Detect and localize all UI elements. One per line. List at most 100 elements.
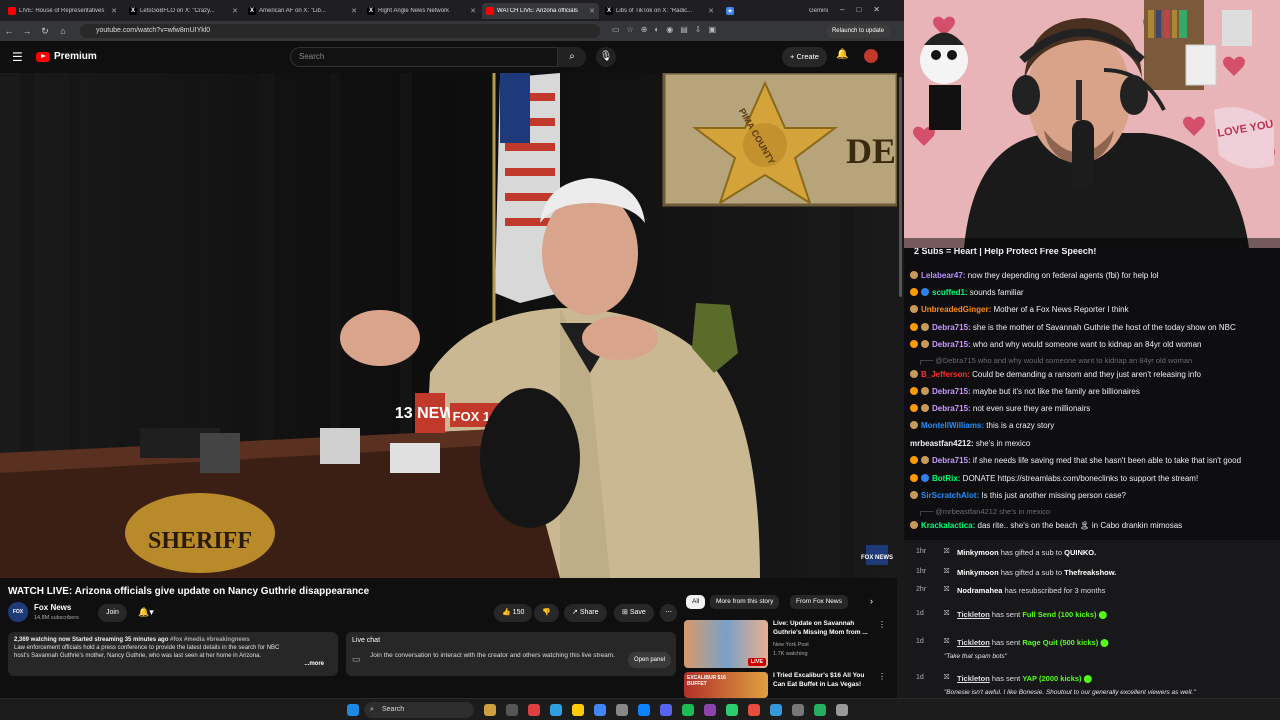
avatar[interactable] (864, 49, 878, 63)
tab-5-active[interactable]: WATCH LIVE: Arizona officials ✕ (482, 3, 599, 19)
create-button[interactable]: + Create (782, 47, 827, 67)
tab-1[interactable]: LIVE: House of Representatives ✕ (4, 3, 121, 19)
chat-username[interactable]: Debra715: (932, 323, 971, 332)
relaunch-button[interactable]: Relaunch to update (825, 24, 890, 38)
youtube-header: ☰ Premium Search ⌕ 🎙 + Create 🔔 (0, 41, 904, 73)
reload-icon[interactable]: ↻ (36, 26, 54, 37)
like-button[interactable]: 👍 150 (494, 604, 533, 622)
chat-username[interactable]: Debra715: (932, 340, 971, 349)
app-icon[interactable] (616, 704, 628, 716)
windows-start-icon[interactable] (347, 704, 359, 716)
event-user[interactable]: Tickleton (957, 674, 990, 683)
tab-4[interactable]: X Right Angle News Network ✕ (363, 3, 480, 19)
search-button[interactable]: ⌕ (558, 47, 586, 67)
event-user[interactable]: Minkymoon (957, 548, 999, 557)
close-icon[interactable]: ✕ (470, 7, 476, 15)
youtube-logo[interactable]: Premium (36, 51, 97, 62)
hashtags[interactable]: #fox #media #breakingnews (170, 637, 250, 643)
obs-icon[interactable] (704, 704, 716, 716)
opera-icon[interactable] (528, 704, 540, 716)
chip-all[interactable]: All (686, 595, 706, 609)
tab-6[interactable]: X Libs of TikTok on X: "Radic... ✕ (601, 3, 718, 19)
more-actions-icon[interactable]: ⋯ (660, 604, 677, 622)
tab-3[interactable]: X American AF on X: "Lib... ✕ (244, 3, 361, 19)
bell-icon[interactable]: 🔔 (836, 49, 848, 60)
share-button[interactable]: ↗ Share (564, 604, 607, 622)
related-title-2[interactable]: I Tried Excalibur's $16 All You Can Eat … (773, 672, 873, 689)
join-button[interactable]: Join (98, 604, 127, 622)
chat-username[interactable]: MontellWilliams: (921, 421, 984, 430)
more-vert-icon[interactable]: ⋮ (878, 620, 886, 629)
chrome-icon[interactable] (572, 704, 584, 716)
back-icon[interactable]: ← (0, 26, 18, 36)
close-icon[interactable]: ✕ (232, 7, 238, 15)
tab-7[interactable]: ✦ Gemini (722, 3, 832, 19)
chat-username[interactable]: mrbeastfan4212: (910, 439, 974, 448)
event-time: 1hr (916, 568, 927, 575)
related-title-1[interactable]: Live: Update on Savannah Guthrie's Missi… (773, 620, 873, 637)
app-icon[interactable] (836, 704, 848, 716)
chat-username[interactable]: Debra715: (932, 404, 971, 413)
event-user[interactable]: Minkymoon (957, 568, 999, 577)
close-icon[interactable]: ✕ (589, 7, 595, 15)
dislike-button[interactable]: 👎 (534, 604, 559, 622)
home-icon[interactable]: ⌂ (54, 26, 72, 36)
url-field[interactable]: youtube.com/watch?v=wfw8mUIYkl0 (80, 24, 600, 38)
taskbar-search[interactable]: ⌕ Search (364, 702, 474, 718)
related-thumb-2[interactable]: EXCALIBUR $16 BUFFET (684, 672, 768, 698)
chat-username[interactable]: BotRix: (932, 474, 960, 483)
close-icon[interactable]: ✕ (111, 7, 117, 15)
chrome-profile-icon[interactable] (594, 704, 606, 716)
spotify-icon[interactable] (682, 704, 694, 716)
app-icon[interactable] (726, 704, 738, 716)
app-icon[interactable] (814, 704, 826, 716)
app-icon[interactable] (770, 704, 782, 716)
webcam-image: LOVE YOU (904, 0, 1280, 248)
chat-badge-icon (910, 370, 918, 378)
channel-name[interactable]: Fox News (34, 603, 71, 612)
chat-username[interactable]: Debra715: (932, 387, 971, 396)
file-explorer-icon[interactable] (484, 704, 496, 716)
notification-bell-icon[interactable]: 🔔▾ (138, 607, 154, 618)
channel-avatar[interactable]: FOX (8, 602, 28, 622)
description-box[interactable]: 2,369 watching now Started streaming 35 … (8, 632, 338, 676)
tab-2[interactable]: X LetsGoBFLO on X: "Crazy... ✕ (125, 3, 242, 19)
event-target[interactable]: Thefreakshow. (1064, 568, 1116, 577)
app-icon[interactable] (748, 704, 760, 716)
app-icon[interactable] (506, 704, 518, 716)
event-user[interactable]: Tickleton (957, 638, 990, 647)
app-icon[interactable] (792, 704, 804, 716)
event-user[interactable]: Tickleton (957, 610, 990, 619)
chat-username[interactable]: Lelabear47: (921, 271, 965, 280)
extension-icons[interactable]: ▭☆⊕◐◉▤⇩▣ (612, 25, 723, 34)
chat-username[interactable]: Krackalactica: (921, 521, 975, 530)
event-target[interactable]: QUINKO. (1064, 548, 1096, 557)
more-vert-icon[interactable]: ⋮ (878, 672, 886, 681)
related-thumb-1[interactable]: LIVE (684, 620, 768, 668)
discord-icon[interactable] (660, 704, 672, 716)
chip-more-from-story[interactable]: More from this story (710, 595, 780, 609)
video-player[interactable]: PIMA COUNTY DE SHERIFF 13 NEWS FOX 10 FO… (0, 73, 897, 578)
event-user[interactable]: Nodramahea (957, 586, 1002, 595)
search-input[interactable]: Search (290, 47, 558, 67)
close-icon[interactable]: ✕ (351, 7, 357, 15)
scrollbar[interactable] (897, 73, 904, 698)
window-controls[interactable]: –□✕ (840, 5, 892, 14)
chat-username[interactable]: B_Jefferson: (921, 370, 970, 379)
chat-username[interactable]: scuffed1: (932, 288, 968, 297)
menu-icon[interactable]: ☰ (12, 50, 23, 64)
mic-icon[interactable]: 🎙 (596, 47, 616, 67)
chip-from-fox-news[interactable]: From Fox News (790, 595, 848, 609)
chat-username[interactable]: Debra715: (932, 456, 971, 465)
forward-icon[interactable]: → (18, 26, 36, 36)
close-icon[interactable]: ✕ (708, 7, 714, 15)
chat-username[interactable]: SirScratchAlot: (921, 491, 979, 500)
save-button[interactable]: ⊞ Save (614, 604, 654, 622)
edge-icon[interactable] (550, 704, 562, 716)
chat-username[interactable]: UnbreadedGinger: (921, 305, 991, 314)
open-panel-button[interactable]: Open panel (628, 652, 672, 668)
event-time: 1d (916, 674, 924, 681)
more-link[interactable]: ...more (304, 660, 324, 668)
app-icon[interactable] (638, 704, 650, 716)
chevron-right-icon[interactable]: › (870, 596, 873, 606)
